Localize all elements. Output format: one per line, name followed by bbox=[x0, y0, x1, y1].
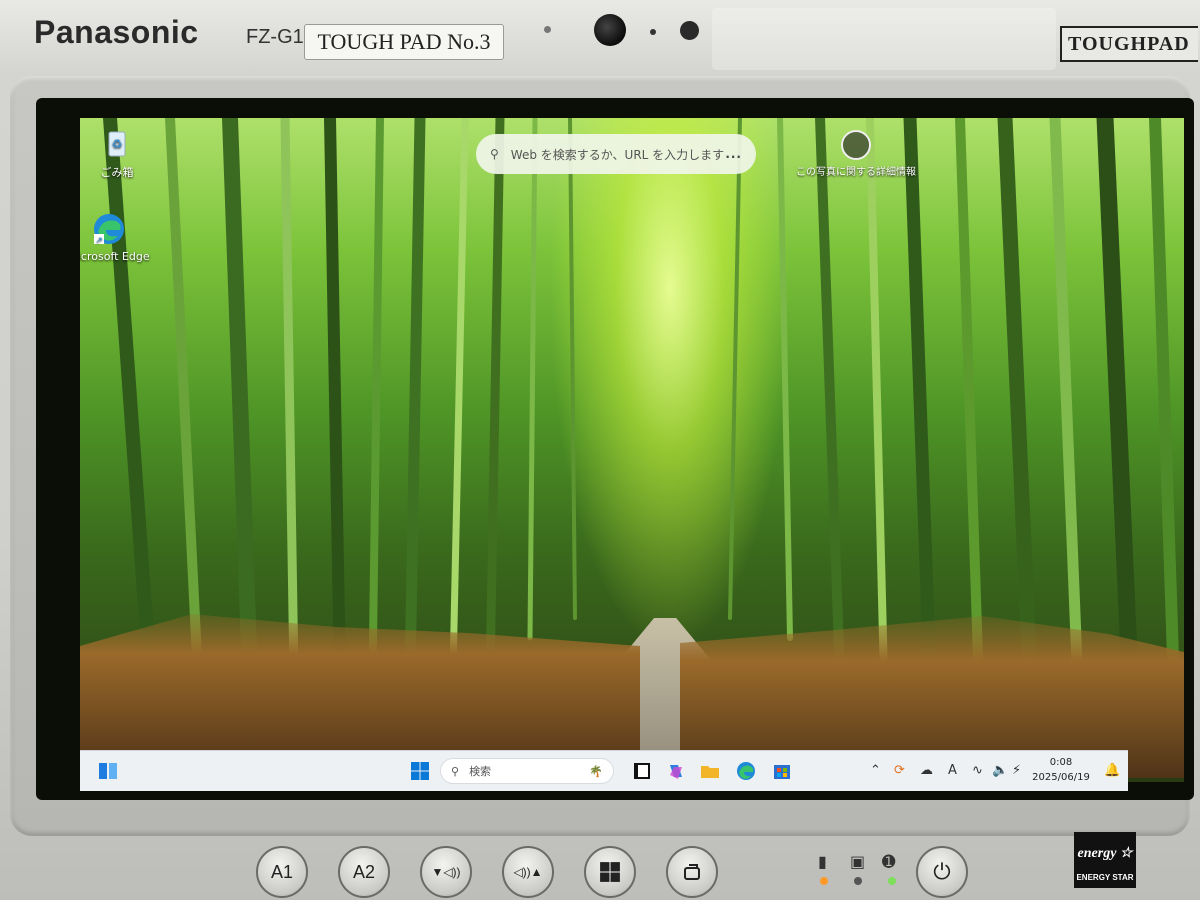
clock-date: 2025/06/19 bbox=[1032, 772, 1090, 783]
file-explorer-icon[interactable] bbox=[632, 761, 652, 781]
windows-icon bbox=[600, 862, 620, 882]
clock[interactable]: 0:08 2025/06/19 bbox=[1024, 755, 1098, 785]
bezel-sticker bbox=[712, 8, 1056, 70]
input-indicator[interactable]: A bbox=[948, 763, 957, 778]
more-options-button[interactable]: ... bbox=[725, 147, 742, 161]
taskbar-search-label: 検索 bbox=[469, 765, 492, 778]
hardware-button-a1[interactable]: A1 bbox=[256, 846, 308, 898]
onedrive-icon[interactable]: ☁ bbox=[920, 763, 933, 778]
volume-icon[interactable]: 🔈 bbox=[992, 763, 1008, 778]
photo-info-label: この写真に関する詳細情報 bbox=[796, 167, 916, 178]
rotate-icon bbox=[684, 864, 700, 880]
battery-icon: ▮ bbox=[818, 852, 827, 871]
asset-tag: TOUGH PAD No.3 bbox=[304, 24, 504, 60]
power-icon: ⏻ bbox=[933, 859, 951, 884]
chevron-up-icon[interactable]: ⌃ bbox=[870, 763, 881, 778]
rotation-button[interactable] bbox=[666, 846, 718, 898]
edge-icon: ↗ bbox=[94, 214, 124, 246]
search-highlight-icon: 🌴 bbox=[589, 764, 603, 778]
sensor-dot bbox=[650, 29, 656, 35]
notification-bell-icon[interactable]: 🔔 bbox=[1104, 763, 1120, 778]
volume-down-button[interactable]: ▼◁)) bbox=[420, 846, 472, 898]
energy-star-label: energy ☆ ENERGY STAR bbox=[1074, 832, 1136, 888]
desktop-icon-microsoft-edge[interactable]: ↗ Microsoft Edge bbox=[80, 212, 152, 263]
wifi-icon[interactable]: ∿ bbox=[972, 763, 983, 778]
hardware-button-a2[interactable]: A2 bbox=[338, 846, 390, 898]
clock-time: 0:08 bbox=[1049, 757, 1073, 768]
sensor-dot bbox=[544, 26, 551, 33]
photo-info-icon bbox=[841, 130, 871, 160]
wireless-icon: ➊ bbox=[882, 852, 896, 871]
widgets-icon[interactable] bbox=[98, 761, 118, 781]
desktop-icon-label: ごみ箱 bbox=[100, 166, 134, 179]
web-search-box[interactable]: ⚲ Web を検索するか、URL を入力します ... bbox=[476, 134, 756, 174]
store-icon[interactable] bbox=[772, 761, 792, 781]
sync-icon[interactable]: ⟳ bbox=[894, 763, 905, 778]
edge-icon[interactable] bbox=[736, 761, 756, 781]
desktop-wallpaper[interactable]: ♻ ごみ箱 ↗ Microsoft Edge ⚲ Web を検索するか、URL … bbox=[80, 118, 1184, 782]
taskbar: ⚲ 検索 🌴 ⌃ ⟳ ☁ A ∿ 🔈 ⚡ 0:08 2025/06/19 🔔 bbox=[80, 750, 1128, 791]
search-icon: ⚲ bbox=[451, 764, 460, 778]
windows-button[interactable] bbox=[584, 846, 636, 898]
search-placeholder: Web を検索するか、URL を入力します bbox=[510, 147, 725, 162]
volume-up-button[interactable]: ◁))▲ bbox=[502, 846, 554, 898]
screen: ♻ ごみ箱 ↗ Microsoft Edge ⚲ Web を検索するか、URL … bbox=[36, 98, 1194, 800]
energy-star-text: ENERGY STAR bbox=[1076, 873, 1134, 882]
desktop-icon-recycle-bin[interactable]: ♻ ごみ箱 bbox=[80, 126, 160, 180]
desktop-icon-label: Microsoft Edge bbox=[80, 250, 150, 263]
taskbar-search[interactable]: ⚲ 検索 🌴 bbox=[440, 758, 614, 784]
svg-text:↗: ↗ bbox=[95, 236, 103, 246]
svg-text:♻: ♻ bbox=[112, 137, 123, 151]
folder-icon[interactable] bbox=[700, 761, 720, 781]
copilot-icon[interactable] bbox=[666, 761, 686, 781]
brand-logo: Panasonic bbox=[34, 14, 199, 50]
storage-led bbox=[854, 877, 862, 885]
toughpad-logo: TOUGHPAD bbox=[1060, 26, 1198, 62]
wireless-led bbox=[888, 877, 896, 885]
search-icon: ⚲ bbox=[490, 147, 499, 161]
power-plug-icon[interactable]: ⚡ bbox=[1012, 763, 1021, 778]
battery-led bbox=[820, 877, 828, 885]
light-sensor bbox=[680, 21, 699, 40]
start-button[interactable] bbox=[410, 761, 430, 781]
recycle-bin-icon: ♻ bbox=[108, 131, 126, 157]
energy-star-logo: energy ☆ bbox=[1077, 846, 1133, 861]
photo-info-widget[interactable]: この写真に関する詳細情報 bbox=[796, 130, 916, 180]
camera-icon bbox=[594, 14, 626, 46]
storage-icon: ▣ bbox=[850, 852, 866, 871]
model-label: FZ-G1 bbox=[246, 26, 304, 48]
power-button[interactable]: ⏻ bbox=[916, 846, 968, 898]
